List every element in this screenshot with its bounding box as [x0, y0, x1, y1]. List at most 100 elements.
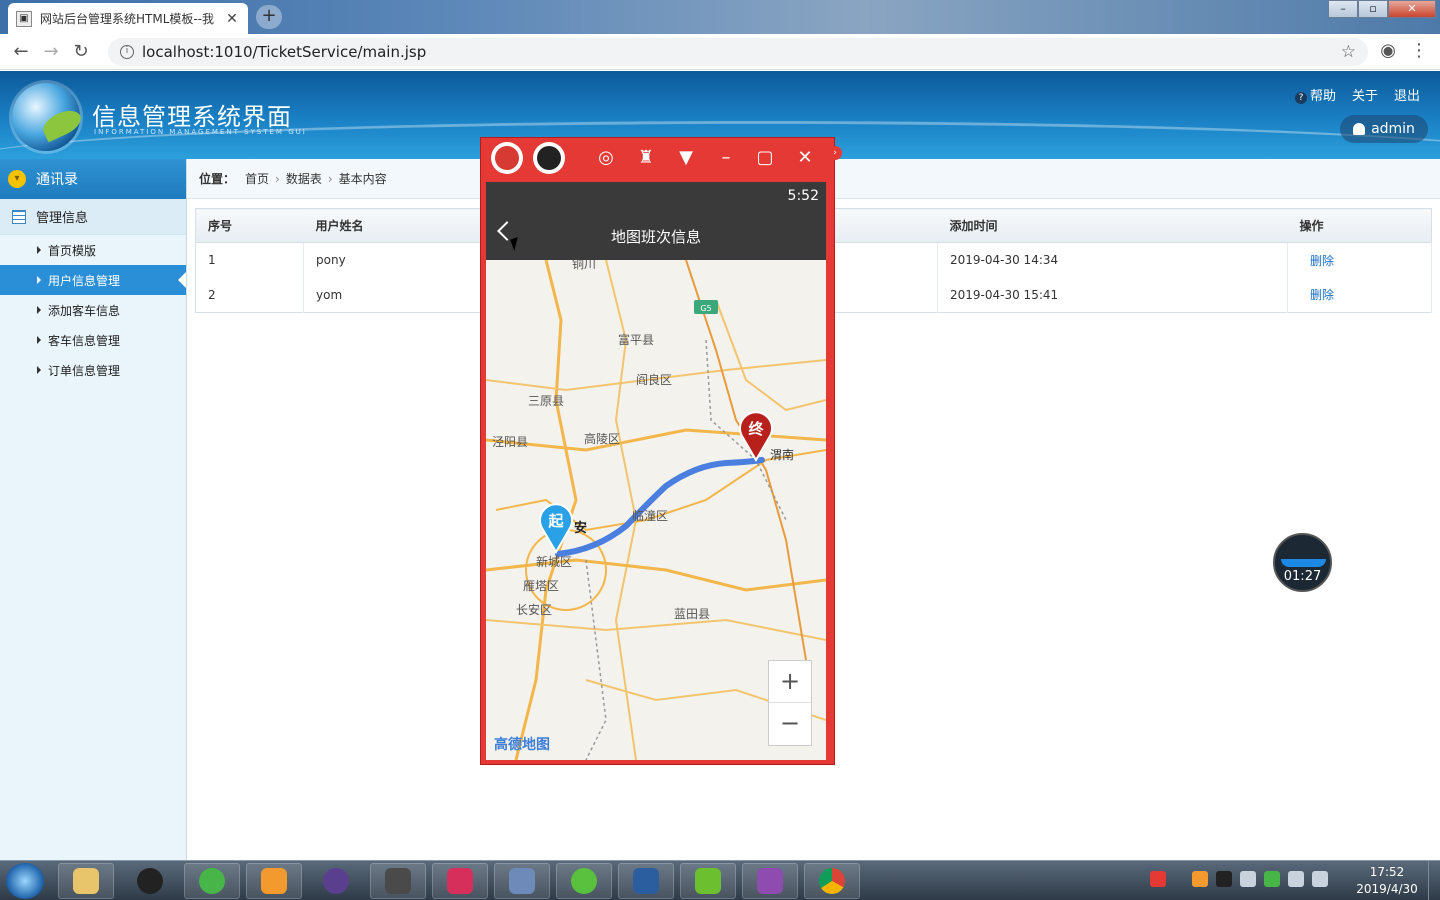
action-center-icon[interactable]: [1312, 871, 1328, 887]
sidebar-item-order-management[interactable]: 订单信息管理: [0, 355, 186, 385]
address-url[interactable]: localhost:1010/TicketService/main.jsp: [142, 43, 1341, 61]
menu-kebab-icon[interactable]: ⋮: [1410, 40, 1428, 61]
help-link[interactable]: ? 帮助: [1294, 85, 1336, 104]
tray-app-icon[interactable]: [1192, 871, 1208, 887]
taskbar-clock[interactable]: 17:52 2019/4/30: [1352, 864, 1422, 898]
delete-link[interactable]: 删除: [1287, 277, 1432, 313]
map-label: 雁塔区: [523, 579, 559, 593]
taskbar-eclipse-icon[interactable]: [308, 863, 364, 899]
show-desktop-button[interactable]: [1428, 861, 1440, 900]
profile-icon[interactable]: ◉: [1380, 40, 1396, 61]
taskbar-sublime-icon[interactable]: [370, 863, 426, 899]
shirt-icon[interactable]: ♜: [634, 148, 658, 168]
header-links: ? 帮助 关于 退出: [1294, 85, 1420, 104]
taskbar-uc-browser-icon[interactable]: [246, 863, 302, 899]
tray-qq-icon[interactable]: [1216, 871, 1232, 887]
sidebar-item-bus-management[interactable]: 客车信息管理: [0, 325, 186, 355]
forward-arrow-icon[interactable]: →: [36, 41, 66, 62]
network-icon[interactable]: [1288, 871, 1304, 887]
breadcrumb-basic-content[interactable]: 基本内容: [339, 170, 387, 187]
sidebar: ▾ 通讯录 管理信息 首页模版 用户信息管理 添加客车信息 客车信息管理 订单信…: [0, 159, 187, 860]
zoom-out-button[interactable]: −: [769, 703, 811, 745]
close-window-button[interactable]: ✕: [1388, 0, 1436, 18]
home-icon[interactable]: [491, 142, 523, 174]
account-icon[interactable]: ◎: [594, 148, 618, 168]
breadcrumb-datatable[interactable]: 数据表: [286, 170, 322, 187]
taskbar-game-icon[interactable]: [494, 863, 550, 899]
sogou-ime-icon[interactable]: [1150, 871, 1166, 887]
tray-expand-icon[interactable]: [1174, 871, 1184, 887]
map-label: 新城区: [536, 554, 572, 569]
phone-app-title: 地图班次信息: [610, 228, 701, 246]
map-label: 铜川: [572, 260, 596, 271]
windows-taskbar: 17:52 2019/4/30: [0, 860, 1440, 900]
start-button[interactable]: [6, 863, 44, 899]
map-label: 安: [574, 520, 587, 536]
browser-tab[interactable]: ▣ 网站后台管理系统HTML模板--我 ✕: [8, 3, 248, 34]
clock-time: 17:52: [1369, 865, 1405, 879]
taskbar-wechat-icon[interactable]: [184, 863, 240, 899]
browser-toolbar: ← → ↻ i localhost:1010/TicketService/mai…: [0, 34, 1440, 70]
help-question-icon: ?: [1294, 92, 1307, 104]
emu-maximize-icon[interactable]: ▢: [753, 148, 777, 168]
screen-recorder-bubble[interactable]: 01:27: [1273, 533, 1332, 592]
chevron-down-icon: ▾: [8, 170, 26, 188]
emu-close-icon[interactable]: ✕: [793, 148, 817, 168]
emu-minimize-icon[interactable]: –: [714, 148, 738, 168]
emulator-side-tab-icon[interactable]: ›: [828, 146, 842, 160]
new-tab-button[interactable]: +: [256, 5, 282, 29]
taskbar-chrome-icon[interactable]: [804, 863, 860, 899]
cell-time: 2019-04-30 15:41: [937, 277, 1288, 313]
site-info-icon[interactable]: i: [120, 45, 134, 59]
map-label: 阎良区: [636, 372, 672, 387]
taskbar-infinity-app-icon[interactable]: [618, 863, 674, 899]
delete-link[interactable]: 删除: [1287, 242, 1432, 278]
map-label: G5: [700, 304, 711, 313]
user-badge[interactable]: admin: [1340, 115, 1428, 143]
map-label: 高陵区: [584, 431, 620, 446]
dropdown-icon[interactable]: ▼: [674, 148, 698, 168]
sidebar-item-home-template[interactable]: 首页模版: [0, 235, 186, 265]
breadcrumb-home[interactable]: 首页: [245, 170, 269, 187]
back-arrow-icon[interactable]: ←: [6, 41, 36, 62]
taskbar-leaf-app-icon[interactable]: [556, 863, 612, 899]
emulator-toolbar: ◎ ♜ ▼ – ▢ ✕: [481, 138, 834, 180]
phone-screen: 5:52 地图班次信息 G5 铜川 富平县 阎良区 三原县 泾阳县 高陵区 渭南…: [486, 182, 826, 760]
tab-close-icon[interactable]: ✕: [224, 11, 240, 27]
bus-icon[interactable]: [533, 142, 565, 174]
sidebar-manage-info[interactable]: 管理信息: [0, 199, 186, 235]
map-label: 富平县: [618, 332, 654, 347]
tab-favicon-icon: ▣: [16, 10, 32, 27]
col-header-id: 序号: [195, 208, 304, 243]
taskbar-braces-app-icon[interactable]: [680, 863, 736, 899]
zoom-in-button[interactable]: +: [769, 661, 811, 703]
bookmark-star-icon[interactable]: ☆: [1341, 42, 1356, 62]
zoom-control: + −: [768, 660, 812, 746]
app-title: 信息管理系统界面: [92, 103, 292, 131]
taskbar-qq-icon[interactable]: [122, 863, 178, 899]
taskbar-winrar-icon[interactable]: [742, 863, 798, 899]
sidebar-item-user-management[interactable]: 用户信息管理: [0, 265, 186, 295]
sidebar-contacts[interactable]: ▾ 通讯录: [0, 159, 186, 199]
minimize-button[interactable]: –: [1328, 0, 1358, 18]
map-brand-logo: 高德地图: [494, 737, 550, 753]
address-bar[interactable]: i localhost:1010/TicketService/main.jsp …: [108, 38, 1368, 66]
about-link[interactable]: 关于: [1352, 85, 1378, 104]
browser-tab-bar: ▣ 网站后台管理系统HTML模板--我 ✕ + – ▫ ✕: [0, 0, 1440, 34]
taskbar-explorer-icon[interactable]: [58, 863, 114, 899]
phone-status-bar: 5:52: [486, 182, 826, 210]
sidebar-item-add-bus[interactable]: 添加客车信息: [0, 295, 186, 325]
app-subtitle: INFORMATION MANAGEMENT SYSTEM GUI: [94, 128, 307, 136]
system-tray: [1150, 871, 1328, 887]
map-label: 三原县: [528, 394, 564, 408]
map-label: 临潼区: [632, 508, 668, 523]
cell-id: 1: [195, 242, 304, 278]
taskbar-intellij-icon[interactable]: [432, 863, 488, 899]
reload-icon[interactable]: ↻: [66, 41, 96, 62]
col-header-action: 操作: [1287, 208, 1432, 243]
tray-wechat-icon[interactable]: [1264, 871, 1280, 887]
breadcrumb-label: 位置：: [199, 172, 236, 186]
logout-link[interactable]: 退出: [1394, 85, 1420, 104]
volume-icon[interactable]: [1240, 871, 1256, 887]
maximize-button[interactable]: ▫: [1358, 0, 1388, 18]
